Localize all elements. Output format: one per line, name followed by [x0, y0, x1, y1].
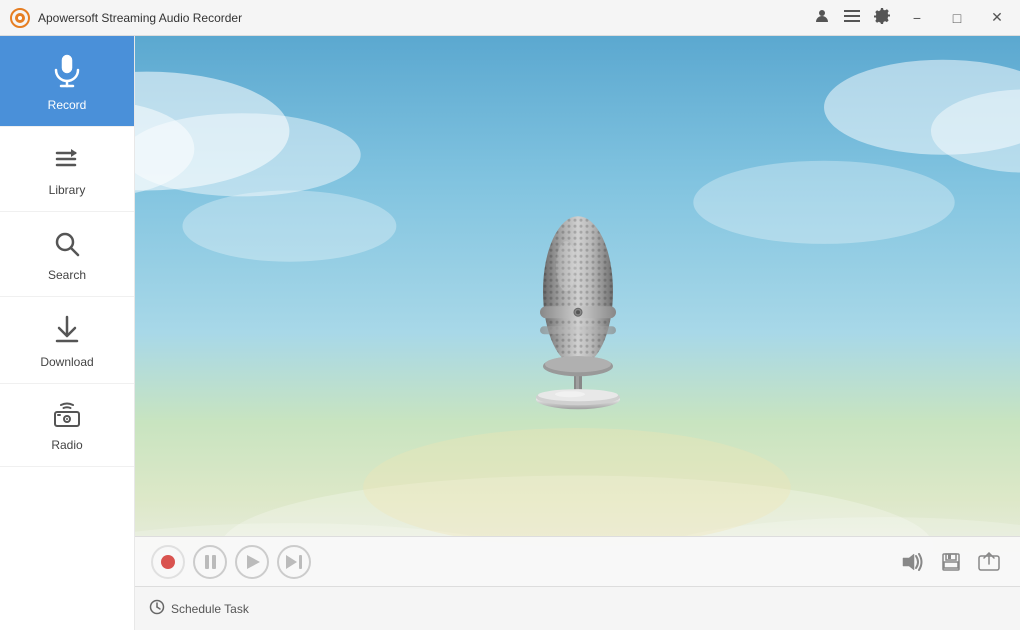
- maximize-button[interactable]: □: [944, 5, 970, 31]
- clock-icon: [149, 599, 165, 618]
- close-button[interactable]: ✕: [984, 5, 1010, 31]
- volume-button[interactable]: [898, 547, 928, 577]
- skip-icon: [286, 555, 302, 569]
- schedule-bar[interactable]: Schedule Task: [135, 586, 1020, 630]
- record-button[interactable]: [151, 545, 185, 579]
- controls-bar: [135, 536, 1020, 586]
- sidebar-radio-label: Radio: [51, 438, 82, 452]
- radio-icon: [52, 402, 82, 432]
- profile-icon[interactable]: [814, 8, 830, 27]
- play-button[interactable]: [235, 545, 269, 579]
- sidebar-search-label: Search: [48, 268, 86, 282]
- save-button[interactable]: [936, 547, 966, 577]
- schedule-label: Schedule Task: [171, 602, 249, 616]
- sidebar-item-radio[interactable]: Radio: [0, 384, 134, 467]
- settings-icon[interactable]: [874, 8, 890, 27]
- sidebar-library-label: Library: [49, 183, 86, 197]
- minimize-button[interactable]: −: [904, 5, 930, 31]
- export-button[interactable]: [974, 547, 1004, 577]
- pause-button[interactable]: [193, 545, 227, 579]
- content-area: Schedule Task: [135, 36, 1020, 630]
- sidebar-record-label: Record: [48, 98, 87, 112]
- sidebar-item-library[interactable]: Library: [0, 127, 134, 212]
- sidebar-item-search[interactable]: Search: [0, 212, 134, 297]
- main-layout: Record Library Search: [0, 36, 1020, 630]
- pause-icon: [205, 555, 216, 569]
- play-icon: [247, 555, 260, 569]
- download-icon: [53, 315, 81, 349]
- microphone-image: [518, 211, 638, 421]
- record-dot-icon: [161, 555, 175, 569]
- menu-icon[interactable]: [844, 8, 860, 27]
- skip-button[interactable]: [277, 545, 311, 579]
- sidebar: Record Library Search: [0, 36, 135, 630]
- library-icon: [53, 145, 81, 177]
- sidebar-item-download[interactable]: Download: [0, 297, 134, 384]
- sidebar-item-record[interactable]: Record: [0, 36, 134, 127]
- title-bar: Apowersoft Streaming Audio Recorder − □ …: [0, 0, 1020, 36]
- app-title: Apowersoft Streaming Audio Recorder: [38, 11, 814, 25]
- sidebar-download-label: Download: [40, 355, 93, 369]
- app-logo: [10, 8, 30, 28]
- search-icon: [53, 230, 81, 262]
- right-controls: [898, 547, 1004, 577]
- record-icon: [53, 54, 81, 92]
- window-controls: − □ ✕: [814, 5, 1010, 31]
